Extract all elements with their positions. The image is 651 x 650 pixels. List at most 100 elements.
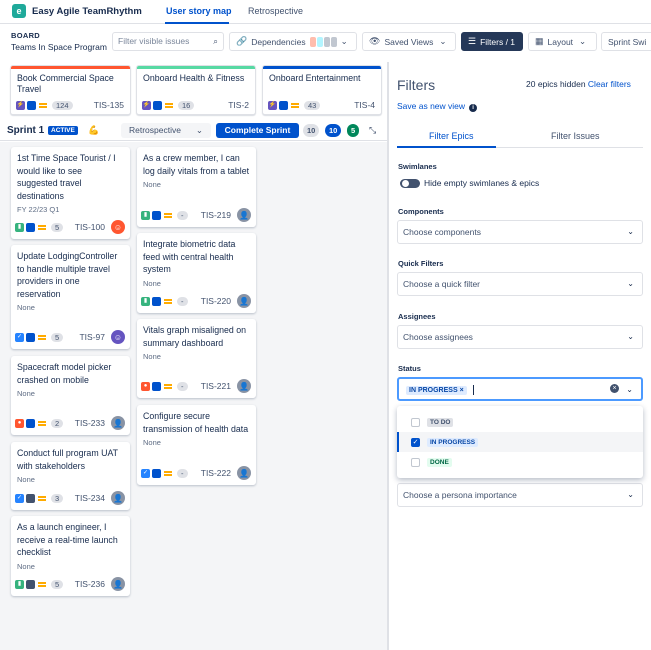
chevron-down-icon: ⌄ [627, 279, 634, 288]
app-name: Easy Agile TeamRhythm [32, 6, 142, 17]
issue-key[interactable]: TIS-221 [201, 381, 231, 391]
components-select[interactable]: Choose components ⌄ [397, 220, 643, 244]
tab-filter-issues[interactable]: Filter Issues [551, 131, 600, 141]
status-option-todo[interactable]: TO DO [397, 412, 643, 432]
status-square-icon [27, 100, 36, 110]
issue-card[interactable]: Spacecraft model picker crashed on mobil… [11, 356, 130, 435]
clear-icon[interactable]: × [610, 384, 619, 393]
status-select[interactable]: IN PROGRESS × × ⌄ [397, 377, 643, 401]
story-points-badge: - [177, 210, 188, 220]
epic-card[interactable]: Book Commercial Space Travel ⚡ 124 TIS-1… [10, 65, 131, 115]
hidden-count: 20 epics hidden [526, 79, 586, 89]
issue-card[interactable]: As a crew member, I can log daily vitals… [137, 147, 256, 227]
issue-card[interactable]: Conduct full program UAT with stakeholde… [11, 442, 130, 510]
issue-key[interactable]: TIS-233 [75, 418, 105, 428]
clear-filters-link[interactable]: Clear filters [588, 79, 631, 89]
issue-title: Update LodgingController to handle multi… [17, 251, 118, 299]
assignees-select[interactable]: Choose assignees ⌄ [397, 325, 643, 349]
story-icon: ▮ [15, 222, 24, 232]
quick-filter-placeholder: Choose a quick filter [403, 279, 481, 289]
in-progress-count-badge: 10 [325, 124, 342, 137]
status-option-done[interactable]: DONE [397, 452, 643, 472]
tab-user-story-map[interactable]: User story map [166, 6, 232, 16]
issue-title: 1st Time Space Tourist / I would like to… [17, 153, 116, 201]
filters-title: Filters [397, 77, 436, 93]
priority-medium-icon [164, 383, 172, 389]
issue-card[interactable]: As a launch engineer, I receive a real-t… [11, 516, 130, 596]
chevron-down-icon: ⌄ [195, 125, 203, 135]
issue-key[interactable]: TIS-220 [201, 296, 231, 306]
chevron-down-icon: ⌄ [340, 36, 348, 46]
filter-search-input[interactable]: Filter visible issues ⌕ [112, 32, 224, 51]
epic-type-icon: ⚡ [268, 100, 277, 110]
checkbox[interactable] [411, 417, 420, 427]
story-points-badge: 3 [51, 493, 64, 503]
issue-key[interactable]: TIS-222 [201, 468, 231, 478]
issue-meta: None [17, 389, 35, 398]
chevron-down-icon: ⌄ [626, 385, 633, 394]
issue-key[interactable]: TIS-236 [75, 579, 105, 589]
app-logo-icon: e [12, 4, 26, 18]
checkbox-checked[interactable]: ✓ [411, 437, 420, 447]
bug-icon: ● [141, 381, 150, 391]
story-points-badge: 2 [51, 418, 64, 428]
persona-importance-select[interactable]: Choose a persona importance ⌄ [397, 483, 643, 507]
tab-filter-epics[interactable]: Filter Epics [429, 131, 474, 141]
saved-views-button[interactable]: 👁 Saved Views ⌄ [362, 32, 456, 51]
priority-medium-icon [164, 298, 172, 304]
swimlanes-label: Swimlanes [398, 162, 437, 171]
retrospective-select-label: Retrospective [129, 125, 181, 135]
status-square-icon [26, 418, 35, 428]
status-label: Status [398, 364, 421, 373]
board-name: Teams In Space Program [11, 42, 107, 52]
checkbox[interactable] [411, 457, 420, 467]
issue-card[interactable]: Configure secure transmission of health … [137, 405, 256, 485]
board-label: BOARD [11, 31, 40, 40]
priority-medium-icon [38, 581, 46, 587]
issue-key[interactable]: TIS-234 [75, 493, 105, 503]
status-option-label: TO DO [427, 417, 454, 427]
issue-title: Integrate biometric data feed with centr… [143, 239, 236, 274]
remove-chip-icon[interactable]: × [460, 387, 464, 394]
complete-sprint-button[interactable]: Complete Sprint [216, 123, 299, 138]
story-icon: ▮ [15, 579, 24, 589]
epic-key[interactable]: TIS-4 [354, 100, 375, 110]
issue-card[interactable]: Vitals graph misaligned on summary dashb… [137, 319, 256, 398]
layout-button[interactable]: ▦ Layout ⌄ [528, 32, 597, 51]
avatar: 👤 [111, 416, 125, 430]
issue-card[interactable]: 1st Time Space Tourist / I would like to… [11, 147, 130, 239]
priority-medium-icon [165, 102, 173, 108]
sprint-name: Sprint 1 [7, 125, 45, 136]
status-square-icon [152, 210, 161, 220]
info-icon[interactable]: i [469, 104, 478, 112]
story-points-badge: 5 [51, 579, 64, 589]
retrospective-select[interactable]: Retrospective ⌄ [121, 123, 211, 138]
issue-key[interactable]: TIS-100 [75, 222, 105, 232]
collapse-icon[interactable]: ⤡ [369, 125, 376, 136]
filters-button[interactable]: ☰ Filters / 1 [461, 32, 523, 51]
search-icon: ⌕ [213, 36, 218, 46]
issue-key[interactable]: TIS-97 [79, 332, 105, 342]
issue-meta: None [143, 180, 161, 189]
avatar: 👤 [111, 491, 125, 505]
epic-key[interactable]: TIS-2 [228, 100, 249, 110]
dependencies-button[interactable]: 🔗 Dependencies ⌄ [229, 32, 357, 51]
epic-card[interactable]: Onboard Entertainment ⚡ 43 TIS-4 [262, 65, 382, 115]
issue-key[interactable]: TIS-219 [201, 210, 231, 220]
tab-retrospective[interactable]: Retrospective [248, 6, 303, 16]
issue-card[interactable]: Integrate biometric data feed with centr… [137, 233, 256, 313]
save-as-new-view-link[interactable]: Save as new view i [397, 101, 478, 112]
issue-card[interactable]: Update LodgingController to handle multi… [11, 245, 130, 349]
eye-icon: 👁 [369, 36, 381, 46]
swimlanes-toggle[interactable] [400, 179, 420, 188]
text-cursor [473, 384, 475, 395]
toggle-knob [402, 180, 409, 187]
quick-filter-select[interactable]: Choose a quick filter ⌄ [397, 272, 643, 296]
status-option-in-progress[interactable]: ✓ IN PROGRESS [397, 432, 643, 452]
sprint-switch-button[interactable]: Sprint Swi [601, 32, 651, 51]
epic-key[interactable]: TIS-135 [94, 100, 124, 110]
active-tab-indicator [165, 22, 229, 24]
priority-medium-icon [291, 102, 299, 108]
filters-label: Filters / 1 [480, 36, 516, 47]
epic-card[interactable]: Onboard Health & Fitness ⚡ 16 TIS-2 [136, 65, 256, 115]
